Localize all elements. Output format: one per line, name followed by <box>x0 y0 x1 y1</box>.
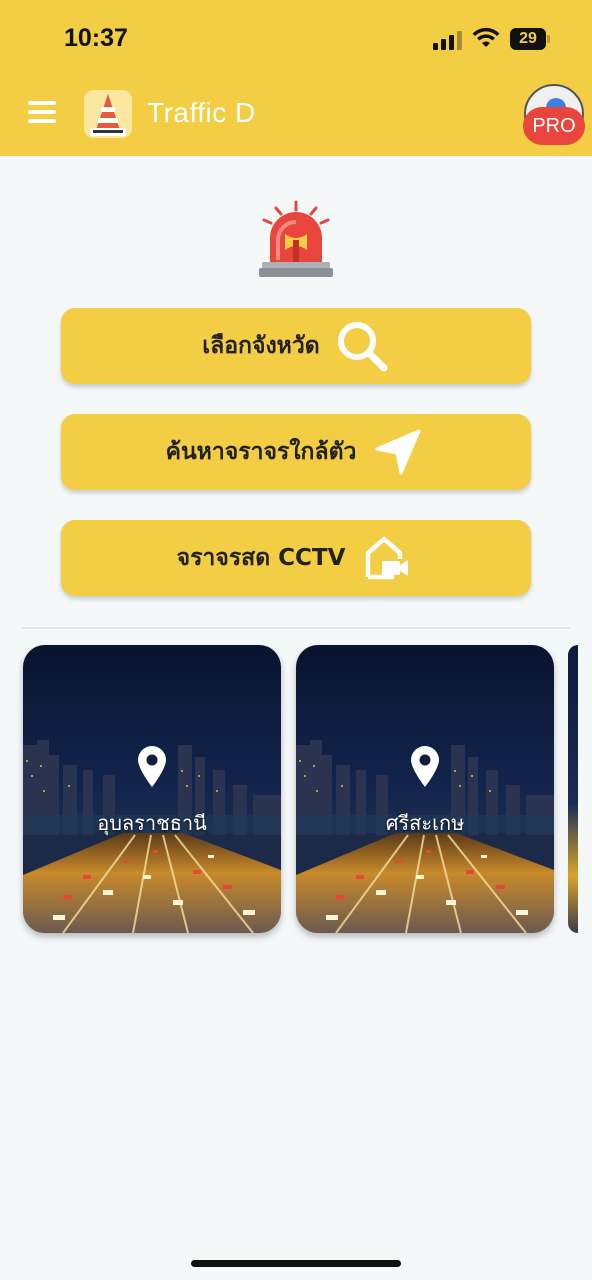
location-pin-icon <box>138 746 166 787</box>
live-cctv-button[interactable]: จราจรสด CCTV <box>61 520 531 596</box>
nearby-traffic-button[interactable]: ค้นหาจราจรใกล้ตัว <box>61 414 531 490</box>
section-divider <box>22 627 570 629</box>
home-indicator[interactable] <box>191 1260 401 1267</box>
province-name: อุบลราชธานี <box>97 811 207 835</box>
live-cctv-label: จราจรสด CCTV <box>176 545 346 571</box>
pro-badge[interactable]: PRO <box>523 107 585 145</box>
battery-icon: 29 <box>510 28 550 50</box>
province-card-ubon[interactable]: อุบลราชธานี <box>23 645 281 933</box>
city-night-traffic-image <box>23 645 281 933</box>
province-card-next-partial[interactable] <box>568 645 578 933</box>
location-pin-icon <box>411 746 439 787</box>
wifi-icon <box>472 27 500 47</box>
battery-level: 29 <box>519 30 537 47</box>
nearby-traffic-label: ค้นหาจราจรใกล้ตัว <box>165 439 357 465</box>
cellular-signal-icon <box>433 30 463 50</box>
cctv-camera-icon <box>359 530 415 586</box>
search-icon <box>334 318 390 374</box>
app-logo <box>84 90 132 138</box>
select-province-label: เลือกจังหวัด <box>202 333 320 359</box>
select-province-button[interactable]: เลือกจังหวัด <box>61 308 531 384</box>
city-night-traffic-image <box>296 645 554 933</box>
app-header: 10:37 29 Traffic D PRO <box>0 0 592 156</box>
province-card-sisaket[interactable]: ศรีสะเกษ <box>296 645 554 933</box>
app-title: Traffic D <box>147 97 256 128</box>
status-time: 10:37 <box>64 24 128 52</box>
siren-icon <box>259 200 333 277</box>
province-name: ศรีสะเกษ <box>385 811 465 835</box>
navigation-arrow-icon <box>370 424 426 480</box>
hamburger-menu-icon[interactable] <box>28 101 58 123</box>
